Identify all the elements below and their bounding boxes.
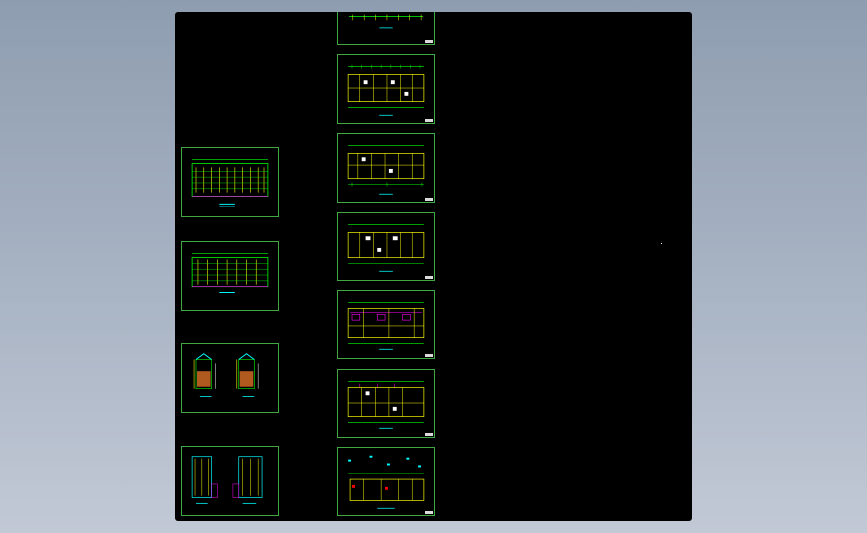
- drawing-sheet-floor-plan-4[interactable]: [337, 290, 435, 359]
- drawing-sheet-floor-plan-2[interactable]: [337, 133, 435, 203]
- drawing-sheet-sections[interactable]: [181, 343, 279, 413]
- floor-plan-drawing: [347, 302, 425, 350]
- title-block-stamp: [425, 119, 433, 122]
- title-block-stamp: [425, 354, 433, 357]
- floor-plan-drawing: [347, 64, 425, 116]
- title-block-stamp: [425, 198, 433, 201]
- site-plan-drawing: [348, 455, 425, 509]
- floor-plan-drawing: [347, 145, 425, 195]
- cad-drawing-viewport[interactable]: [175, 12, 692, 521]
- elevation-drawing: [191, 253, 269, 293]
- drawing-sheet-floor-plan-1[interactable]: [337, 54, 435, 124]
- floor-plan-drawing: [349, 14, 423, 29]
- drawing-sheet-elevation-2[interactable]: [181, 241, 279, 311]
- drawing-sheet-floor-plan-5[interactable]: [337, 369, 435, 438]
- elevation-drawing: [191, 159, 269, 207]
- floor-plan-drawing: [347, 381, 425, 429]
- drawing-sheet-elevation-1[interactable]: [181, 147, 279, 217]
- detail-drawing: [191, 456, 263, 504]
- title-block-stamp: [425, 511, 433, 514]
- title-block-stamp: [425, 276, 433, 279]
- drawing-sheet-plan-top[interactable]: [337, 12, 435, 45]
- drawing-sheet-floor-plan-3[interactable]: [337, 212, 435, 281]
- section-drawing: [193, 353, 259, 397]
- title-block-stamp: [425, 433, 433, 436]
- drawing-sheet-site-plan[interactable]: [337, 447, 435, 516]
- title-block-stamp: [425, 40, 433, 43]
- stray-point: [661, 243, 662, 244]
- drawing-sheet-details[interactable]: [181, 446, 279, 516]
- floor-plan-drawing: [347, 224, 425, 272]
